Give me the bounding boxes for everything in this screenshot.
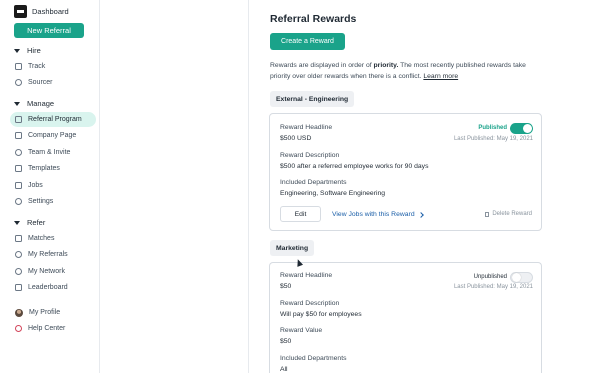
sidebar-item-label: My Referrals <box>28 251 68 258</box>
sidebar-item-label: Referral Program <box>28 116 82 123</box>
headline-label: Reward Headline <box>280 272 333 279</box>
brand[interactable]: Dashboard <box>14 4 69 18</box>
delete-reward-button[interactable]: Delete Reward <box>485 211 532 217</box>
sidebar-item-help-center[interactable]: Help Center <box>10 321 96 336</box>
departments-label: Included Departments <box>280 179 347 186</box>
sidebar-item-team-invite[interactable]: Team & Invite <box>10 145 96 160</box>
sidebar-item-my-network[interactable]: My Network <box>10 264 96 279</box>
reward-card: Reward Headline $500 USD Published Last … <box>269 113 542 231</box>
description-value: $500 after a referred employee works for… <box>280 163 429 170</box>
reward-value-value: $50 <box>280 338 292 345</box>
headline-value: $50 <box>280 283 292 290</box>
intro-bold: priority. <box>373 62 399 69</box>
sidebar-item-label: Team & Invite <box>28 149 71 156</box>
section-manage-label: Manage <box>27 99 55 108</box>
sidebar-item-referral-program[interactable]: Referral Program <box>10 112 96 127</box>
page-title: Referral Rewards <box>270 13 357 25</box>
sidebar-item-track[interactable]: Track <box>10 59 96 74</box>
sidebar-item-label: Help Center <box>28 325 66 332</box>
sidebar-item-label: Settings <box>28 198 54 205</box>
intro-prefix: Rewards are displayed in order of <box>270 62 374 69</box>
last-published: Last Published: May 19, 2021 <box>453 284 533 290</box>
description-label: Reward Description <box>280 152 340 159</box>
avatar <box>15 308 23 317</box>
sidebar-item-jobs[interactable]: Jobs <box>10 178 96 193</box>
view-jobs-label: View Jobs with this Reward <box>332 211 415 218</box>
headline-label: Reward Headline <box>280 124 333 131</box>
referrals-icon <box>15 251 22 258</box>
reward-group-tag: Marketing <box>270 240 315 256</box>
intro-text: Rewards are displayed in order of priori… <box>270 60 545 82</box>
briefcase-icon <box>15 182 22 189</box>
mail-icon <box>15 165 22 172</box>
sidebar-item-label: Sourcer <box>28 79 53 86</box>
edit-button[interactable]: Edit <box>280 206 321 222</box>
sidebar-item-label: Leaderboard <box>28 284 68 291</box>
section-refer-label: Refer <box>27 218 46 227</box>
create-reward-button[interactable]: Create a Reward <box>270 33 345 50</box>
sidebar: Dashboard New Referral Hire Track Source… <box>0 0 100 373</box>
sidebar-item-label: Track <box>28 63 46 70</box>
new-referral-button[interactable]: New Referral <box>14 23 84 38</box>
reward-card: Reward Headline $50 Unpublished Last Pub… <box>269 262 542 373</box>
building-icon <box>15 132 22 139</box>
gear-icon <box>15 198 22 205</box>
publish-toggle[interactable] <box>510 272 533 283</box>
publish-toggle[interactable] <box>510 123 533 134</box>
sidebar-item-label: Company Page <box>28 132 77 139</box>
gift-icon <box>15 116 22 123</box>
delete-reward-label: Delete Reward <box>492 211 532 217</box>
caret-down-icon <box>14 48 20 53</box>
sidebar-item-sourcer[interactable]: Sourcer <box>10 75 96 90</box>
sidebar-item-label: My Profile <box>29 309 61 316</box>
sourcer-icon <box>15 79 22 86</box>
toggle-knob <box>523 124 532 133</box>
chevron-right-icon <box>417 211 424 218</box>
description-value: Will pay $50 for employees <box>280 311 362 318</box>
section-refer[interactable]: Refer <box>14 217 45 228</box>
network-icon <box>15 268 22 275</box>
trash-icon <box>485 211 490 217</box>
dashboard-logo-icon <box>14 4 27 18</box>
sidebar-item-my-profile[interactable]: My Profile <box>10 305 96 320</box>
headline-value: $500 USD <box>280 135 312 142</box>
sidebar-item-label: Matches <box>28 235 55 242</box>
track-icon <box>15 63 22 70</box>
sidebar-item-templates[interactable]: Templates <box>10 161 96 176</box>
view-jobs-link[interactable]: View Jobs with this Reward <box>332 211 424 218</box>
status-badge: Unpublished <box>473 274 507 280</box>
toggle-knob <box>512 273 521 282</box>
sidebar-item-label: My Network <box>28 268 65 275</box>
help-icon <box>15 325 22 332</box>
caret-down-icon <box>14 220 20 225</box>
section-manage[interactable]: Manage <box>14 98 54 109</box>
sidebar-item-label: Templates <box>28 165 60 172</box>
departments-value: Engineering, Software Engineering <box>280 190 386 197</box>
matches-icon <box>15 235 22 242</box>
main-content: Referral Rewards Create a Reward Rewards… <box>248 0 600 373</box>
sidebar-item-leaderboard[interactable]: Leaderboard <box>10 280 96 295</box>
section-hire[interactable]: Hire <box>14 45 41 56</box>
sidebar-item-matches[interactable]: Matches <box>10 231 96 246</box>
sidebar-item-company-page[interactable]: Company Page <box>10 128 96 143</box>
team-icon <box>15 149 22 156</box>
sidebar-item-my-referrals[interactable]: My Referrals <box>10 247 96 262</box>
dashboard-label: Dashboard <box>32 6 69 16</box>
trophy-icon <box>15 284 22 291</box>
last-published: Last Published: May 19, 2021 <box>453 136 533 142</box>
sidebar-item-label: Jobs <box>28 182 43 189</box>
section-hire-label: Hire <box>27 46 41 55</box>
status-badge: Published <box>478 125 507 131</box>
learn-more-link[interactable]: Learn more <box>423 73 458 80</box>
sidebar-item-settings[interactable]: Settings <box>10 194 96 209</box>
departments-label: Included Departments <box>280 355 347 362</box>
reward-value-label: Reward Value <box>280 327 323 334</box>
departments-value: All <box>280 366 288 373</box>
description-label: Reward Description <box>280 300 340 307</box>
reward-group-tag: External - Engineering <box>270 91 355 107</box>
caret-down-icon <box>14 101 20 106</box>
